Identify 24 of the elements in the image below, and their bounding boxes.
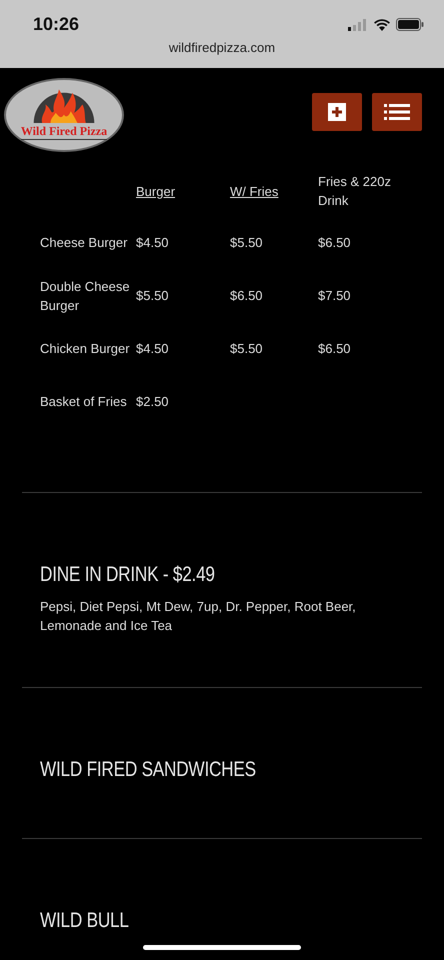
clock-time: 10:26 xyxy=(33,14,80,35)
price-text: $6.50 xyxy=(318,341,352,356)
section-heading: WILD FIRED SANDWICHES xyxy=(40,758,257,782)
column-header: Burger xyxy=(136,182,176,200)
section-heading: DINE IN DRINK - $2.49 xyxy=(40,563,216,587)
price-text: $5.50 xyxy=(230,341,264,356)
price-text: $6.50 xyxy=(230,288,264,303)
url-text[interactable]: wildfiredpizza.com xyxy=(168,40,276,55)
price-text: $6.50 xyxy=(318,235,352,250)
section-description: Pepsi, Diet Pepsi, Mt Dew, 7up, Dr. Pepper, Root Beer, Lemonade and Ice Tea xyxy=(40,598,357,635)
price-text: $4.50 xyxy=(136,235,170,250)
item-name: Basket of Fries xyxy=(40,393,128,411)
item-name: Double Cheese Burger xyxy=(40,278,131,314)
price-text: $5.50 xyxy=(230,235,264,250)
item-name: Chicken Burger xyxy=(40,340,131,358)
price-text: $7.50 xyxy=(318,288,352,303)
logo-text: Wild Fired Pizza xyxy=(20,124,108,140)
column-header: Fries & 220z Drink xyxy=(318,173,392,210)
price-text: $5.50 xyxy=(136,288,170,303)
column-header: W/ Fries xyxy=(230,182,280,200)
item-name: Cheese Burger xyxy=(40,234,128,252)
price-text: $4.50 xyxy=(136,341,170,356)
price-text: $2.50 xyxy=(136,394,170,409)
section-heading: WILD BULL xyxy=(40,909,130,933)
